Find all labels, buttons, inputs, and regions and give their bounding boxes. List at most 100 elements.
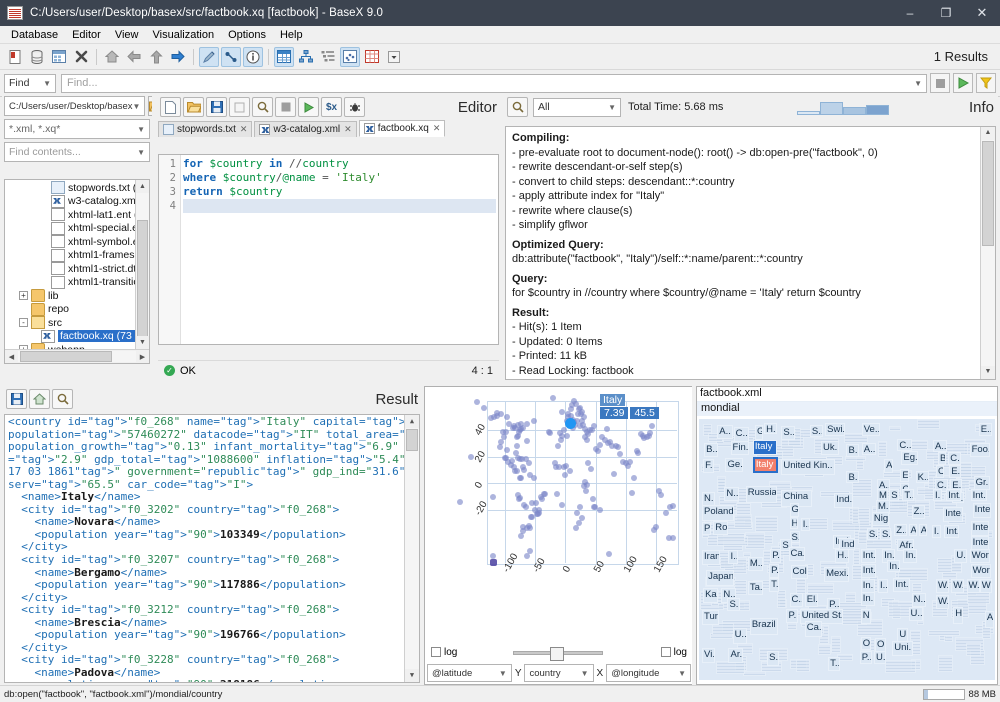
treemap-cell[interactable]: M.. (748, 557, 763, 571)
treemap-cell[interactable]: Ind.. (834, 493, 852, 508)
treemap-cell[interactable]: E (900, 469, 908, 482)
treemap-leaf[interactable] (777, 590, 786, 608)
new-document-icon[interactable] (160, 97, 181, 117)
treemap-cell[interactable]: S.. (867, 528, 878, 541)
save-file-icon[interactable] (206, 97, 227, 117)
slider-knob[interactable] (550, 647, 564, 661)
treemap-cell[interactable]: S.. (810, 425, 823, 438)
up-icon[interactable] (146, 47, 166, 67)
treemap-cell[interactable]: Z.. (912, 505, 925, 519)
treemap-cell[interactable]: P.. (786, 609, 797, 623)
treemap-cell[interactable]: Poland (702, 505, 734, 520)
treemap-leaf[interactable] (885, 660, 916, 673)
plot-point[interactable] (554, 491, 560, 497)
item-combo[interactable]: country ▼ (524, 664, 593, 682)
treemap-leaf[interactable] (831, 636, 841, 653)
treemap-cell[interactable]: Eg.. (901, 451, 917, 465)
treemap-cell[interactable]: Ve.. (862, 423, 880, 436)
treemap-cell[interactable]: B (938, 452, 946, 465)
treemap-cell[interactable]: F.. (703, 459, 714, 473)
plot-point[interactable] (542, 491, 548, 497)
scroll-down-icon[interactable]: ▼ (136, 336, 149, 349)
treemap-cell[interactable]: S.. (880, 528, 891, 541)
treemap-cell[interactable]: W.. (936, 579, 949, 593)
external-variables-icon[interactable]: $x (321, 97, 342, 117)
treemap-cell[interactable]: Uni.. (892, 641, 912, 656)
database-icon[interactable] (27, 47, 47, 67)
info-output[interactable]: Compiling:- pre-evaluate root to documen… (505, 126, 996, 380)
home-icon[interactable] (102, 47, 122, 67)
plot-point[interactable] (520, 528, 526, 534)
treemap-cell[interactable]: Iran (702, 550, 720, 565)
treemap-leaf[interactable] (852, 507, 858, 524)
plot-point[interactable] (524, 421, 530, 427)
back-icon[interactable] (124, 47, 144, 67)
tree-item[interactable]: +lib (5, 289, 136, 303)
treemap-cell[interactable]: I.. (878, 579, 888, 593)
tree-item[interactable]: xhtml1-frameset.dtd (34 kB) (5, 249, 136, 263)
treemap-cell[interactable]: Ro.. (713, 521, 728, 535)
plot-point[interactable] (597, 507, 603, 513)
find-icon[interactable] (252, 97, 273, 117)
close-database-icon[interactable] (71, 47, 91, 67)
treemap-cell[interactable]: A (909, 524, 917, 537)
run-query-icon[interactable] (298, 97, 319, 117)
treemap-cell[interactable]: W.. (980, 579, 992, 593)
treemap-cell[interactable]: I.. (932, 525, 941, 538)
treemap-cell[interactable]: Inte.. (973, 503, 991, 518)
hscroll-thumb[interactable] (20, 351, 112, 362)
scroll-thumb[interactable] (982, 141, 994, 246)
plot-point[interactable] (604, 426, 610, 432)
treemap-cell[interactable]: El.. (805, 593, 818, 607)
treemap-cell[interactable]: O (861, 637, 871, 651)
scroll-down-icon[interactable]: ▼ (405, 669, 419, 682)
open-file-icon[interactable] (183, 97, 204, 117)
info-vertical-scrollbar[interactable]: ▲ ▼ (980, 127, 995, 379)
treemap-cell[interactable]: B.. (846, 471, 858, 484)
plot-point[interactable] (559, 502, 565, 508)
treemap-cell[interactable]: Int.. (971, 489, 987, 502)
treemap-leaf[interactable] (743, 671, 766, 676)
treemap-cell[interactable]: Russia (746, 486, 778, 503)
memory-indicator[interactable]: 88 MB (923, 689, 996, 700)
plot-point-outlier[interactable] (490, 559, 497, 566)
info-filter-combo[interactable]: All ▼ (533, 98, 621, 117)
expand-icon[interactable]: + (19, 291, 28, 300)
collapse-icon[interactable]: - (19, 318, 28, 327)
project-toggle-icon[interactable] (221, 47, 241, 67)
treemap-cell[interactable]: S.. (889, 489, 899, 502)
treemap-cell[interactable]: Ca.. (789, 547, 805, 561)
treemap-cell[interactable]: A.. (862, 443, 876, 456)
treemap-cell[interactable]: Ka.. (703, 588, 718, 603)
hscroll-track[interactable] (18, 351, 136, 362)
treemap-cell[interactable]: Inte.. (971, 521, 989, 536)
scroll-thumb[interactable] (406, 429, 418, 451)
treemap-cell[interactable]: H (953, 607, 963, 624)
run-button[interactable] (953, 73, 973, 93)
treemap-cell[interactable]: G (790, 503, 799, 517)
plot-point[interactable] (564, 433, 570, 439)
editor-tab[interactable]: stopwords.txt✕ (158, 121, 252, 137)
treemap-cells[interactable]: A..C..GH..S..S..Swi..Ve..E..B..Fin..Ital… (699, 419, 995, 680)
editor-tab[interactable]: factbook.xq✕ (359, 120, 446, 137)
plot-point[interactable] (531, 418, 537, 424)
treemap-cell[interactable]: S.. (767, 651, 779, 666)
scroll-left-icon[interactable]: ◀ (5, 353, 18, 361)
find-mode-combo[interactable]: Find ▼ (4, 74, 56, 93)
treemap-cell[interactable]: H (790, 517, 798, 530)
plot-point[interactable] (584, 437, 590, 443)
project-path-combo[interactable]: C:/Users/user/Desktop/basex ▼ (4, 96, 145, 116)
treemap-cell[interactable]: W.. (967, 579, 980, 593)
plot-point[interactable] (474, 399, 480, 405)
info-search-icon[interactable] (507, 97, 528, 117)
menu-editor[interactable]: Editor (65, 28, 108, 42)
plot-point[interactable] (503, 429, 509, 435)
treemap-cell[interactable]: Uk.. (821, 441, 839, 455)
tree-item[interactable]: xhtml-special.ent (4144 b) (5, 222, 136, 236)
plot-point[interactable] (590, 496, 596, 502)
treemap-cell[interactable]: Ar.. (728, 648, 742, 663)
treemap-cell[interactable]: Int.. (946, 489, 961, 502)
tree-horizontal-scrollbar[interactable]: ◀ ▶ (5, 349, 149, 363)
menu-options[interactable]: Options (221, 28, 273, 42)
log-y-checkbox[interactable] (661, 647, 671, 657)
